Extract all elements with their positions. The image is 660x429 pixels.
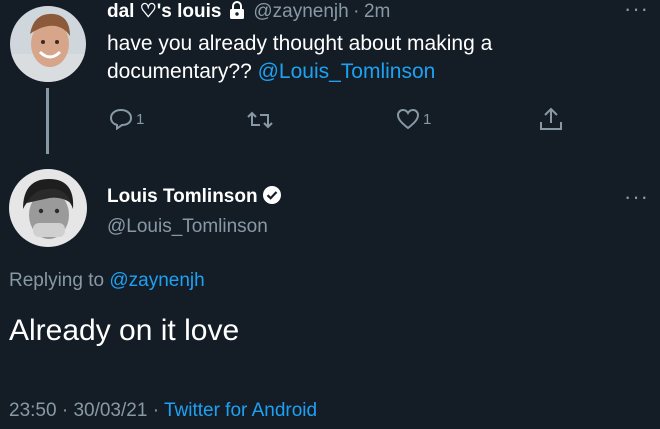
reply-separator: · <box>353 1 360 22</box>
replying-to-handle[interactable]: @zaynenjh <box>109 270 204 291</box>
reply-handle[interactable]: @zaynenjh <box>253 1 348 22</box>
thread-connector-line <box>46 88 49 154</box>
main-more-icon[interactable]: ··· <box>624 186 649 208</box>
replying-to: Replying to @zaynenjh <box>9 268 205 294</box>
replying-to-label: Replying to <box>9 270 110 291</box>
retweet-icon <box>247 111 273 129</box>
reply-tweet-header: dal ♡'s louis @zaynenjh · 2m <box>107 0 390 27</box>
tweet-date: 30/03/21 <box>73 400 148 421</box>
tweet-detail-page: dal ♡'s louis @zaynenjh · 2m ··· have yo… <box>0 0 660 429</box>
avatar-louis-tomlinson[interactable] <box>9 169 87 247</box>
reply-text-line2: documentary?? @Louis_Tomlinson <box>107 58 492 86</box>
reply-count: 1 <box>136 110 145 128</box>
retweet-button[interactable] <box>246 110 274 130</box>
like-button[interactable]: 1 <box>396 108 431 130</box>
reply-icon <box>109 108 133 130</box>
main-tweet-author: Louis Tomlinson <box>107 184 282 214</box>
reply-tweet-text: have you already thought about making a … <box>107 30 492 86</box>
like-icon <box>396 108 420 130</box>
tweet-time: 23:50 <box>9 400 57 421</box>
more-icon[interactable]: ··· <box>624 0 649 20</box>
main-display-name[interactable]: Louis Tomlinson <box>107 186 258 207</box>
meta-separator-1: · <box>61 400 69 421</box>
avatar-zaynenjh[interactable] <box>10 6 86 82</box>
reply-text-line1: have you already thought about making a <box>107 32 493 55</box>
mention-link[interactable]: @Louis_Tomlinson <box>258 60 436 83</box>
reply-display-name[interactable]: dal ♡'s louis <box>107 1 221 22</box>
share-button[interactable] <box>538 106 564 132</box>
verified-icon <box>262 185 282 214</box>
reply-text-line2-prefix: documentary?? <box>107 60 258 83</box>
lock-icon <box>229 1 245 27</box>
like-count: 1 <box>423 110 432 128</box>
main-handle[interactable]: @Louis_Tomlinson <box>107 214 268 240</box>
tweet-source[interactable]: Twitter for Android <box>164 400 317 421</box>
share-icon <box>540 107 562 130</box>
meta-separator-2: · <box>152 400 160 421</box>
reply-button[interactable]: 1 <box>109 108 144 130</box>
main-tweet-text: Already on it love <box>9 314 240 347</box>
reply-timestamp[interactable]: 2m <box>364 1 390 22</box>
tweet-metadata: 23:50 · 30/03/21 · Twitter for Android <box>9 398 317 424</box>
